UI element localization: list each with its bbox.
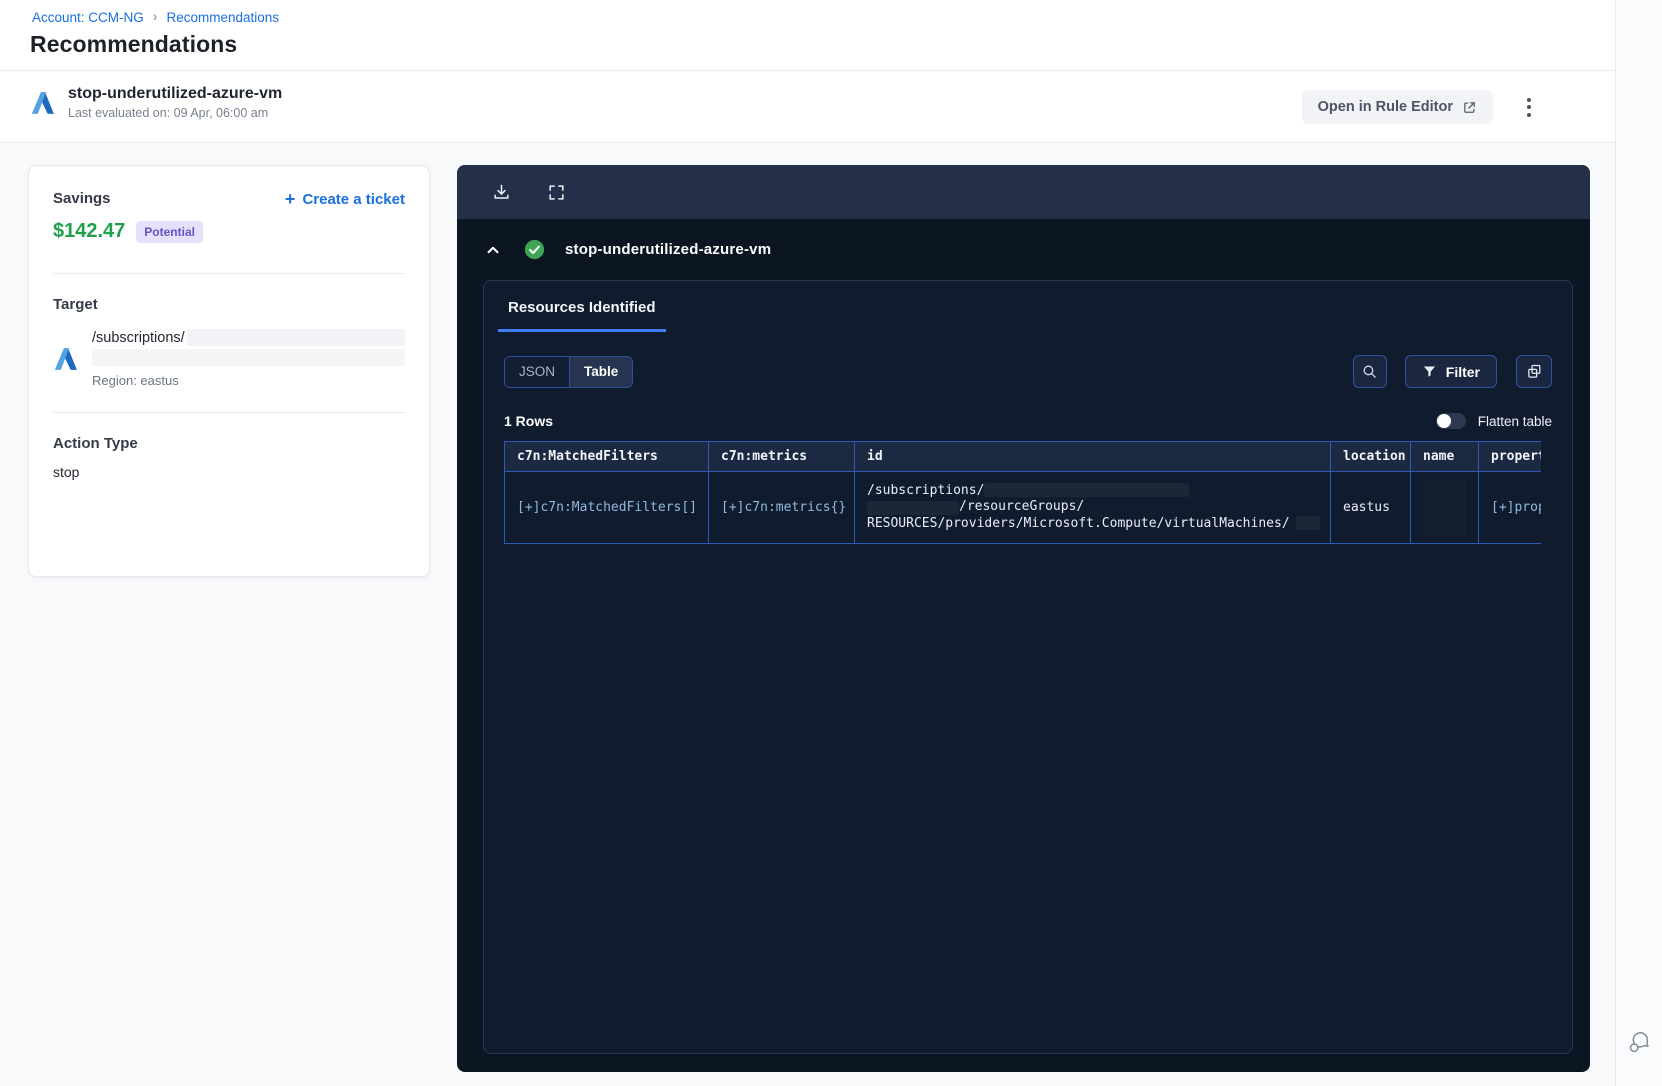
table-row: [+]c7n:MatchedFilters[] [+]c7n:metrics{}… (504, 471, 1541, 544)
breadcrumb-recommendations-link[interactable]: Recommendations (166, 10, 279, 25)
tab-row: Resources Identified (484, 281, 1572, 333)
cell-location: eastus (1330, 471, 1411, 544)
rule-result-row: stop-underutilized-azure-vm (457, 219, 1590, 260)
rows-count: 1 Rows (504, 413, 554, 429)
rows-summary-row: 1 Rows Flatten table (504, 413, 1552, 429)
view-mode-toggle: JSON Table (504, 355, 634, 388)
card-divider (53, 273, 405, 274)
plus-icon: + (284, 189, 296, 209)
column-header-id: id (854, 441, 1331, 472)
filter-icon (1423, 366, 1435, 377)
chat-help-icon (1629, 1032, 1649, 1053)
rule-name: stop-underutilized-azure-vm (68, 85, 283, 102)
filter-label: Filter (1445, 363, 1480, 380)
rule-header-bar: stop-underutilized-azure-vm Last evaluat… (0, 72, 1615, 143)
breadcrumb-account-link[interactable]: Account: CCM-NG (32, 10, 144, 25)
results-panel: stop-underutilized-azure-vm Resources Id… (457, 165, 1590, 1072)
flatten-table-toggle[interactable] (1435, 413, 1466, 429)
fullscreen-icon (549, 184, 564, 200)
view-mode-table[interactable]: Table (569, 356, 633, 387)
column-header-matched-filters: c7n:MatchedFilters (504, 441, 709, 472)
table-header-row: c7n:MatchedFilters c7n:metrics id locati… (504, 441, 1541, 472)
last-evaluated-text: Last evaluated on: 09 Apr, 06:00 am (68, 106, 269, 120)
cell-metrics-expander[interactable]: [+]c7n:metrics{} (708, 471, 855, 544)
page-title: Recommendations (30, 31, 238, 57)
cell-properties-expander[interactable]: [+]properties{} (1478, 471, 1541, 544)
view-mode-json[interactable]: JSON (505, 356, 570, 387)
external-link-icon (1464, 101, 1475, 113)
panel-rule-name: stop-underutilized-azure-vm (565, 241, 772, 258)
chevron-up-icon (487, 246, 499, 253)
id-line-2: /resourceGroups/ (959, 499, 1085, 515)
cell-name (1410, 471, 1479, 544)
search-icon (1363, 365, 1377, 378)
redacted-text (1295, 516, 1320, 531)
open-in-rule-editor-button[interactable]: Open in Rule Editor (1301, 90, 1493, 124)
target-path: /subscriptions/ (92, 329, 185, 346)
id-line-3: RESOURCES/providers/Microsoft.Compute/vi… (867, 515, 1290, 531)
breadcrumb-bar: Account: CCM-NG › Recommendations Recomm… (0, 0, 1615, 71)
resources-table-container: c7n:MatchedFilters c7n:metrics id locati… (504, 441, 1541, 544)
main-content-area: Savings + Create a ticket $142.47 Potent… (0, 143, 1615, 1086)
results-toolbar (457, 165, 1590, 219)
flatten-table-label: Flatten table (1477, 413, 1552, 429)
breadcrumb: Account: CCM-NG › Recommendations (32, 8, 279, 25)
search-button[interactable] (1352, 355, 1387, 388)
azure-logo-icon (54, 347, 77, 370)
rule-identity: stop-underutilized-azure-vm Last evaluat… (30, 85, 282, 120)
tab-resources-identified[interactable]: Resources Identified (498, 299, 666, 332)
id-line-1: /subscriptions/ (867, 482, 985, 498)
column-header-properties: properties (1478, 441, 1541, 472)
cell-matched-filters-expander[interactable]: [+]c7n:MatchedFilters[] (504, 471, 709, 544)
success-check-icon (524, 239, 545, 260)
resources-table: c7n:MatchedFilters c7n:metrics id locati… (504, 441, 1541, 544)
download-button[interactable] (492, 183, 511, 202)
action-type-label: Action Type (53, 435, 138, 452)
breadcrumb-separator-icon: › (152, 8, 158, 24)
cell-id: /subscriptions/ /resourceGroups/ RESOURC… (854, 471, 1331, 544)
collapse-toggle-button[interactable] (484, 241, 502, 259)
create-ticket-label: Create a ticket (302, 190, 405, 208)
column-header-location: location (1330, 441, 1411, 472)
header-actions: Open in Rule Editor (1301, 90, 1537, 124)
filter-button[interactable]: Filter (1404, 355, 1497, 388)
target-region: Region: eastus (92, 373, 179, 388)
rule-title-block: stop-underutilized-azure-vm Last evaluat… (68, 85, 282, 120)
chat-help-button[interactable] (1625, 1028, 1653, 1056)
column-header-metrics: c7n:metrics (708, 441, 855, 472)
redacted-text (186, 329, 405, 346)
card-divider (53, 412, 405, 413)
column-header-name: name (1410, 441, 1479, 472)
kebab-menu-icon[interactable] (1521, 92, 1537, 123)
recommendations-page: Account: CCM-NG › Recommendations Recomm… (0, 0, 1662, 1086)
table-controls-row: JSON Table Filter (504, 355, 1552, 388)
download-icon (494, 184, 509, 199)
target-info: /subscriptions/ Region: eastus (92, 329, 405, 388)
copy-button[interactable] (1516, 355, 1552, 388)
right-rail (1615, 0, 1662, 1086)
savings-card: Savings + Create a ticket $142.47 Potent… (28, 165, 430, 577)
target-label: Target (53, 296, 98, 313)
redacted-text (1423, 479, 1466, 536)
savings-amount: $142.47 (53, 220, 126, 242)
resources-identified-panel: Resources Identified JSON Table Filter 1… (483, 280, 1573, 1054)
copy-icon (1527, 364, 1540, 378)
create-ticket-button[interactable]: + Create a ticket (285, 190, 405, 208)
potential-badge: Potential (136, 220, 203, 243)
redacted-text (984, 483, 1190, 498)
fullscreen-button[interactable] (547, 183, 566, 202)
open-in-rule-editor-label: Open in Rule Editor (1317, 99, 1453, 115)
azure-logo-icon (31, 91, 54, 114)
savings-label: Savings (53, 190, 111, 207)
redacted-text (92, 349, 405, 366)
action-type-value: stop (53, 464, 80, 480)
redacted-text (867, 500, 959, 515)
